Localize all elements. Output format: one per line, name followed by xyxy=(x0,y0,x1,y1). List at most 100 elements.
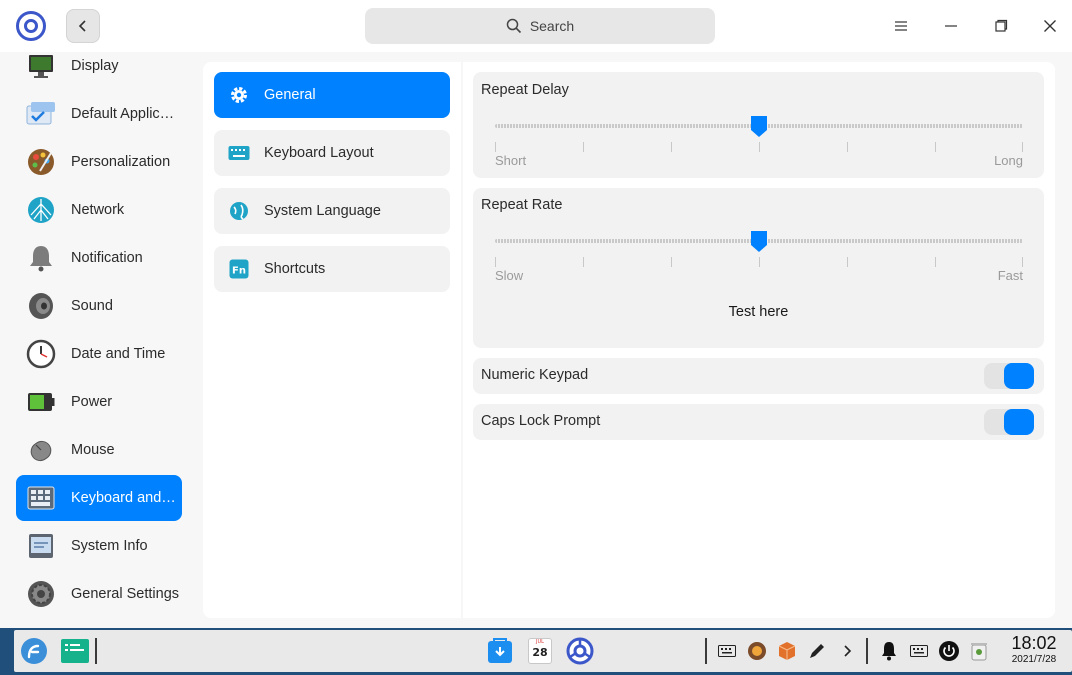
sidebar-item-personalization[interactable]: Personalization xyxy=(16,139,182,185)
close-button[interactable] xyxy=(1037,13,1063,39)
maximize-icon xyxy=(995,19,1008,32)
sidebar: Display Default Applications Personaliza… xyxy=(0,52,194,628)
test-here-field[interactable]: Test here xyxy=(473,304,1044,320)
back-button[interactable] xyxy=(66,9,100,43)
menu-button[interactable] xyxy=(888,13,914,39)
repeat-rate-min-label: Slow xyxy=(495,268,524,283)
system-info-icon xyxy=(25,530,57,562)
taskbar-clock[interactable]: 18:02 2021/7/28 xyxy=(1004,633,1064,667)
sidebar-item-date-and-time[interactable]: Date and Time xyxy=(16,331,182,377)
input-method-tray-button[interactable] xyxy=(908,640,930,662)
repeat-rate-slider-handle[interactable] xyxy=(749,229,769,253)
repeat-rate-max-label: Fast xyxy=(997,268,1023,283)
repeat-rate-card: Repeat Rate Slow Fast Test here xyxy=(473,188,1044,348)
power-tray-button[interactable] xyxy=(938,640,960,662)
package-tray-button[interactable] xyxy=(776,640,798,662)
caps-lock-prompt-toggle[interactable] xyxy=(984,409,1034,435)
network-icon xyxy=(25,194,57,226)
sidebar-item-label: Date and Time xyxy=(71,346,166,362)
display-icon xyxy=(25,50,57,82)
sidebar-item-power[interactable]: Power xyxy=(16,379,182,425)
calendar-icon: JUL 28 xyxy=(528,638,552,664)
sidebar-item-system-info[interactable]: System Info xyxy=(16,523,182,569)
subnav-item-keyboard-layout[interactable]: Keyboard Layout xyxy=(214,130,450,176)
subnav-item-label: General xyxy=(264,87,316,103)
sidebar-item-label: Notification xyxy=(71,250,143,266)
multitask-view-button[interactable] xyxy=(58,635,92,667)
caps-lock-prompt-row: Caps Lock Prompt xyxy=(473,404,1044,440)
sidebar-item-keyboard-and-language[interactable]: Keyboard and Language xyxy=(16,475,182,521)
subnav-item-label: Shortcuts xyxy=(264,261,326,277)
control-center-logo-icon xyxy=(16,11,46,41)
battery-icon xyxy=(25,386,57,418)
keyboard-tray-button[interactable] xyxy=(716,640,738,662)
sidebar-item-label: Power xyxy=(71,394,113,410)
repeat-delay-slider-handle[interactable] xyxy=(749,114,769,138)
notification-icon xyxy=(25,242,57,274)
taskbar-divider xyxy=(95,638,97,664)
app-store-button[interactable] xyxy=(484,635,516,667)
subnav-item-shortcuts[interactable]: Fn Shortcuts xyxy=(214,246,450,292)
pen-tray-button[interactable] xyxy=(806,640,828,662)
chevron-right-icon xyxy=(844,645,852,657)
control-center-window: Search Display Default Applications Pers… xyxy=(0,0,1072,628)
sidebar-item-mouse[interactable]: Mouse xyxy=(16,427,182,473)
caps-lock-prompt-label: Caps Lock Prompt xyxy=(481,413,601,429)
trash-tray-button[interactable] xyxy=(968,640,990,662)
notification-tray-button[interactable] xyxy=(878,640,900,662)
sidebar-item-label: Sound xyxy=(71,298,113,314)
launcher-button[interactable] xyxy=(18,635,50,667)
app-store-icon xyxy=(488,638,512,663)
pen-icon xyxy=(810,644,824,658)
numeric-keypad-label: Numeric Keypad xyxy=(481,367,589,383)
search-input[interactable]: Search xyxy=(365,8,715,44)
sidebar-item-label: General Settings xyxy=(71,586,179,602)
sidebar-item-default-applications[interactable]: Default Applications xyxy=(16,91,182,137)
subnav-item-label: System Language xyxy=(264,203,381,219)
maximize-button[interactable] xyxy=(988,13,1014,39)
sidebar-item-display[interactable]: Display xyxy=(16,43,182,89)
subnav-item-general[interactable]: General xyxy=(214,72,450,118)
repeat-delay-card: Repeat Delay Short Long xyxy=(473,72,1044,178)
repeat-delay-max-label: Long xyxy=(994,153,1023,168)
keyboard-tray-icon xyxy=(910,645,928,657)
sidebar-item-label: Network xyxy=(71,202,125,218)
launcher-icon xyxy=(21,638,47,664)
chevron-left-icon xyxy=(78,20,86,32)
personalization-icon xyxy=(25,146,57,178)
taskbar-divider xyxy=(866,638,868,664)
numeric-keypad-toggle[interactable] xyxy=(984,363,1034,389)
trash-icon xyxy=(971,643,987,661)
sidebar-item-label: Default Applications xyxy=(71,106,179,122)
taskbar-divider xyxy=(705,638,707,664)
multitask-view-icon xyxy=(61,639,89,663)
sidebar-item-label: Personalization xyxy=(71,154,171,170)
repeat-rate-title: Repeat Rate xyxy=(481,197,563,213)
control-center-taskbar-button[interactable] xyxy=(564,635,596,667)
sidebar-item-notification[interactable]: Notification xyxy=(16,235,182,281)
sidebar-item-label: System Info xyxy=(71,538,148,554)
sidebar-item-sound[interactable]: Sound xyxy=(16,283,182,329)
keyboard-layout-icon xyxy=(228,142,250,164)
tray-expand-button[interactable] xyxy=(836,640,858,662)
subnav-item-system-language[interactable]: System Language xyxy=(214,188,450,234)
svg-text:Fn: Fn xyxy=(232,266,246,277)
globe-icon xyxy=(228,200,250,222)
clock-icon xyxy=(25,338,57,370)
minimize-button[interactable] xyxy=(938,13,964,39)
tray-app-button[interactable] xyxy=(746,640,768,662)
default-apps-icon xyxy=(25,98,57,130)
control-center-icon xyxy=(566,637,594,665)
sidebar-item-general-settings[interactable]: General Settings xyxy=(16,571,182,617)
search-placeholder: Search xyxy=(529,18,575,34)
repeat-delay-title: Repeat Delay xyxy=(481,82,569,98)
sidebar-item-network[interactable]: Network xyxy=(16,187,182,233)
search-icon xyxy=(506,18,521,34)
tray-app-icon xyxy=(748,642,766,660)
mouse-icon xyxy=(25,434,57,466)
repeat-delay-ticks xyxy=(495,142,1023,152)
subnav-item-label: Keyboard Layout xyxy=(264,145,374,161)
keyboard-icon xyxy=(25,482,57,514)
calendar-button[interactable]: JUL 28 xyxy=(524,635,556,667)
repeat-rate-ticks xyxy=(495,257,1023,267)
